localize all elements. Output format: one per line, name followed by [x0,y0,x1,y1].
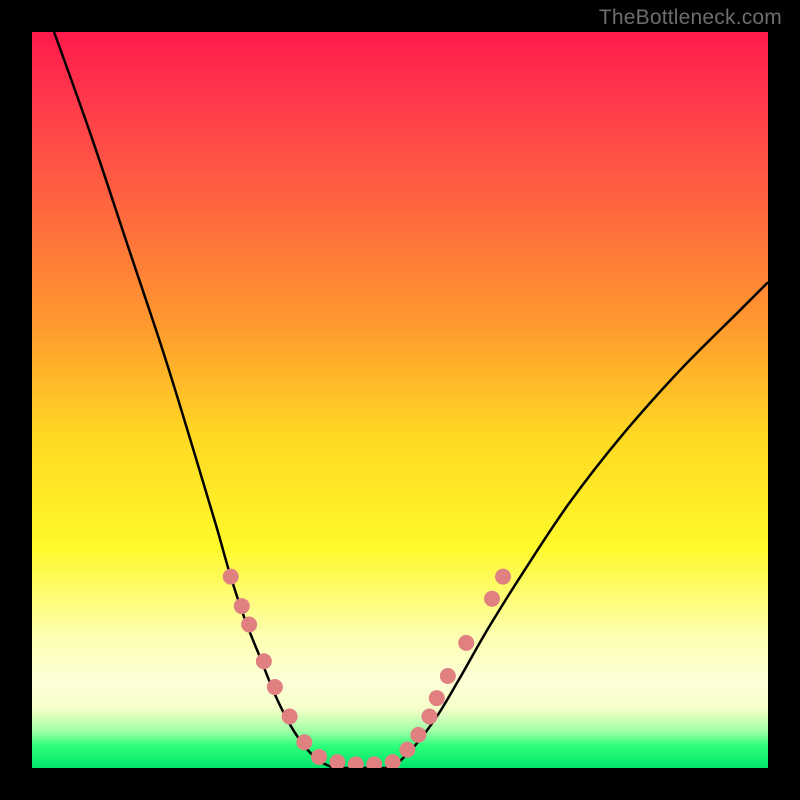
curve-path [54,32,768,768]
marker-dot [410,727,426,743]
marker-dot [282,708,298,724]
marker-dot [311,749,327,765]
marker-dot [267,679,283,695]
watermark-text: TheBottleneck.com [599,6,782,30]
marker-dot [495,569,511,585]
marker-dot [329,754,345,768]
highlight-markers [223,569,511,768]
marker-dot [348,756,364,768]
marker-dot [484,591,500,607]
plot-area [32,32,768,768]
marker-dot [234,598,250,614]
chart-svg [32,32,768,768]
marker-dot [296,734,312,750]
chart-frame: TheBottleneck.com [0,0,800,800]
marker-dot [256,653,272,669]
marker-dot [440,668,456,684]
marker-dot [429,690,445,706]
marker-dot [366,756,382,768]
marker-dot [223,569,239,585]
marker-dot [421,708,437,724]
bottleneck-curve [54,32,768,768]
marker-dot [241,616,257,632]
marker-dot [385,754,401,768]
marker-dot [458,635,474,651]
marker-dot [399,742,415,758]
